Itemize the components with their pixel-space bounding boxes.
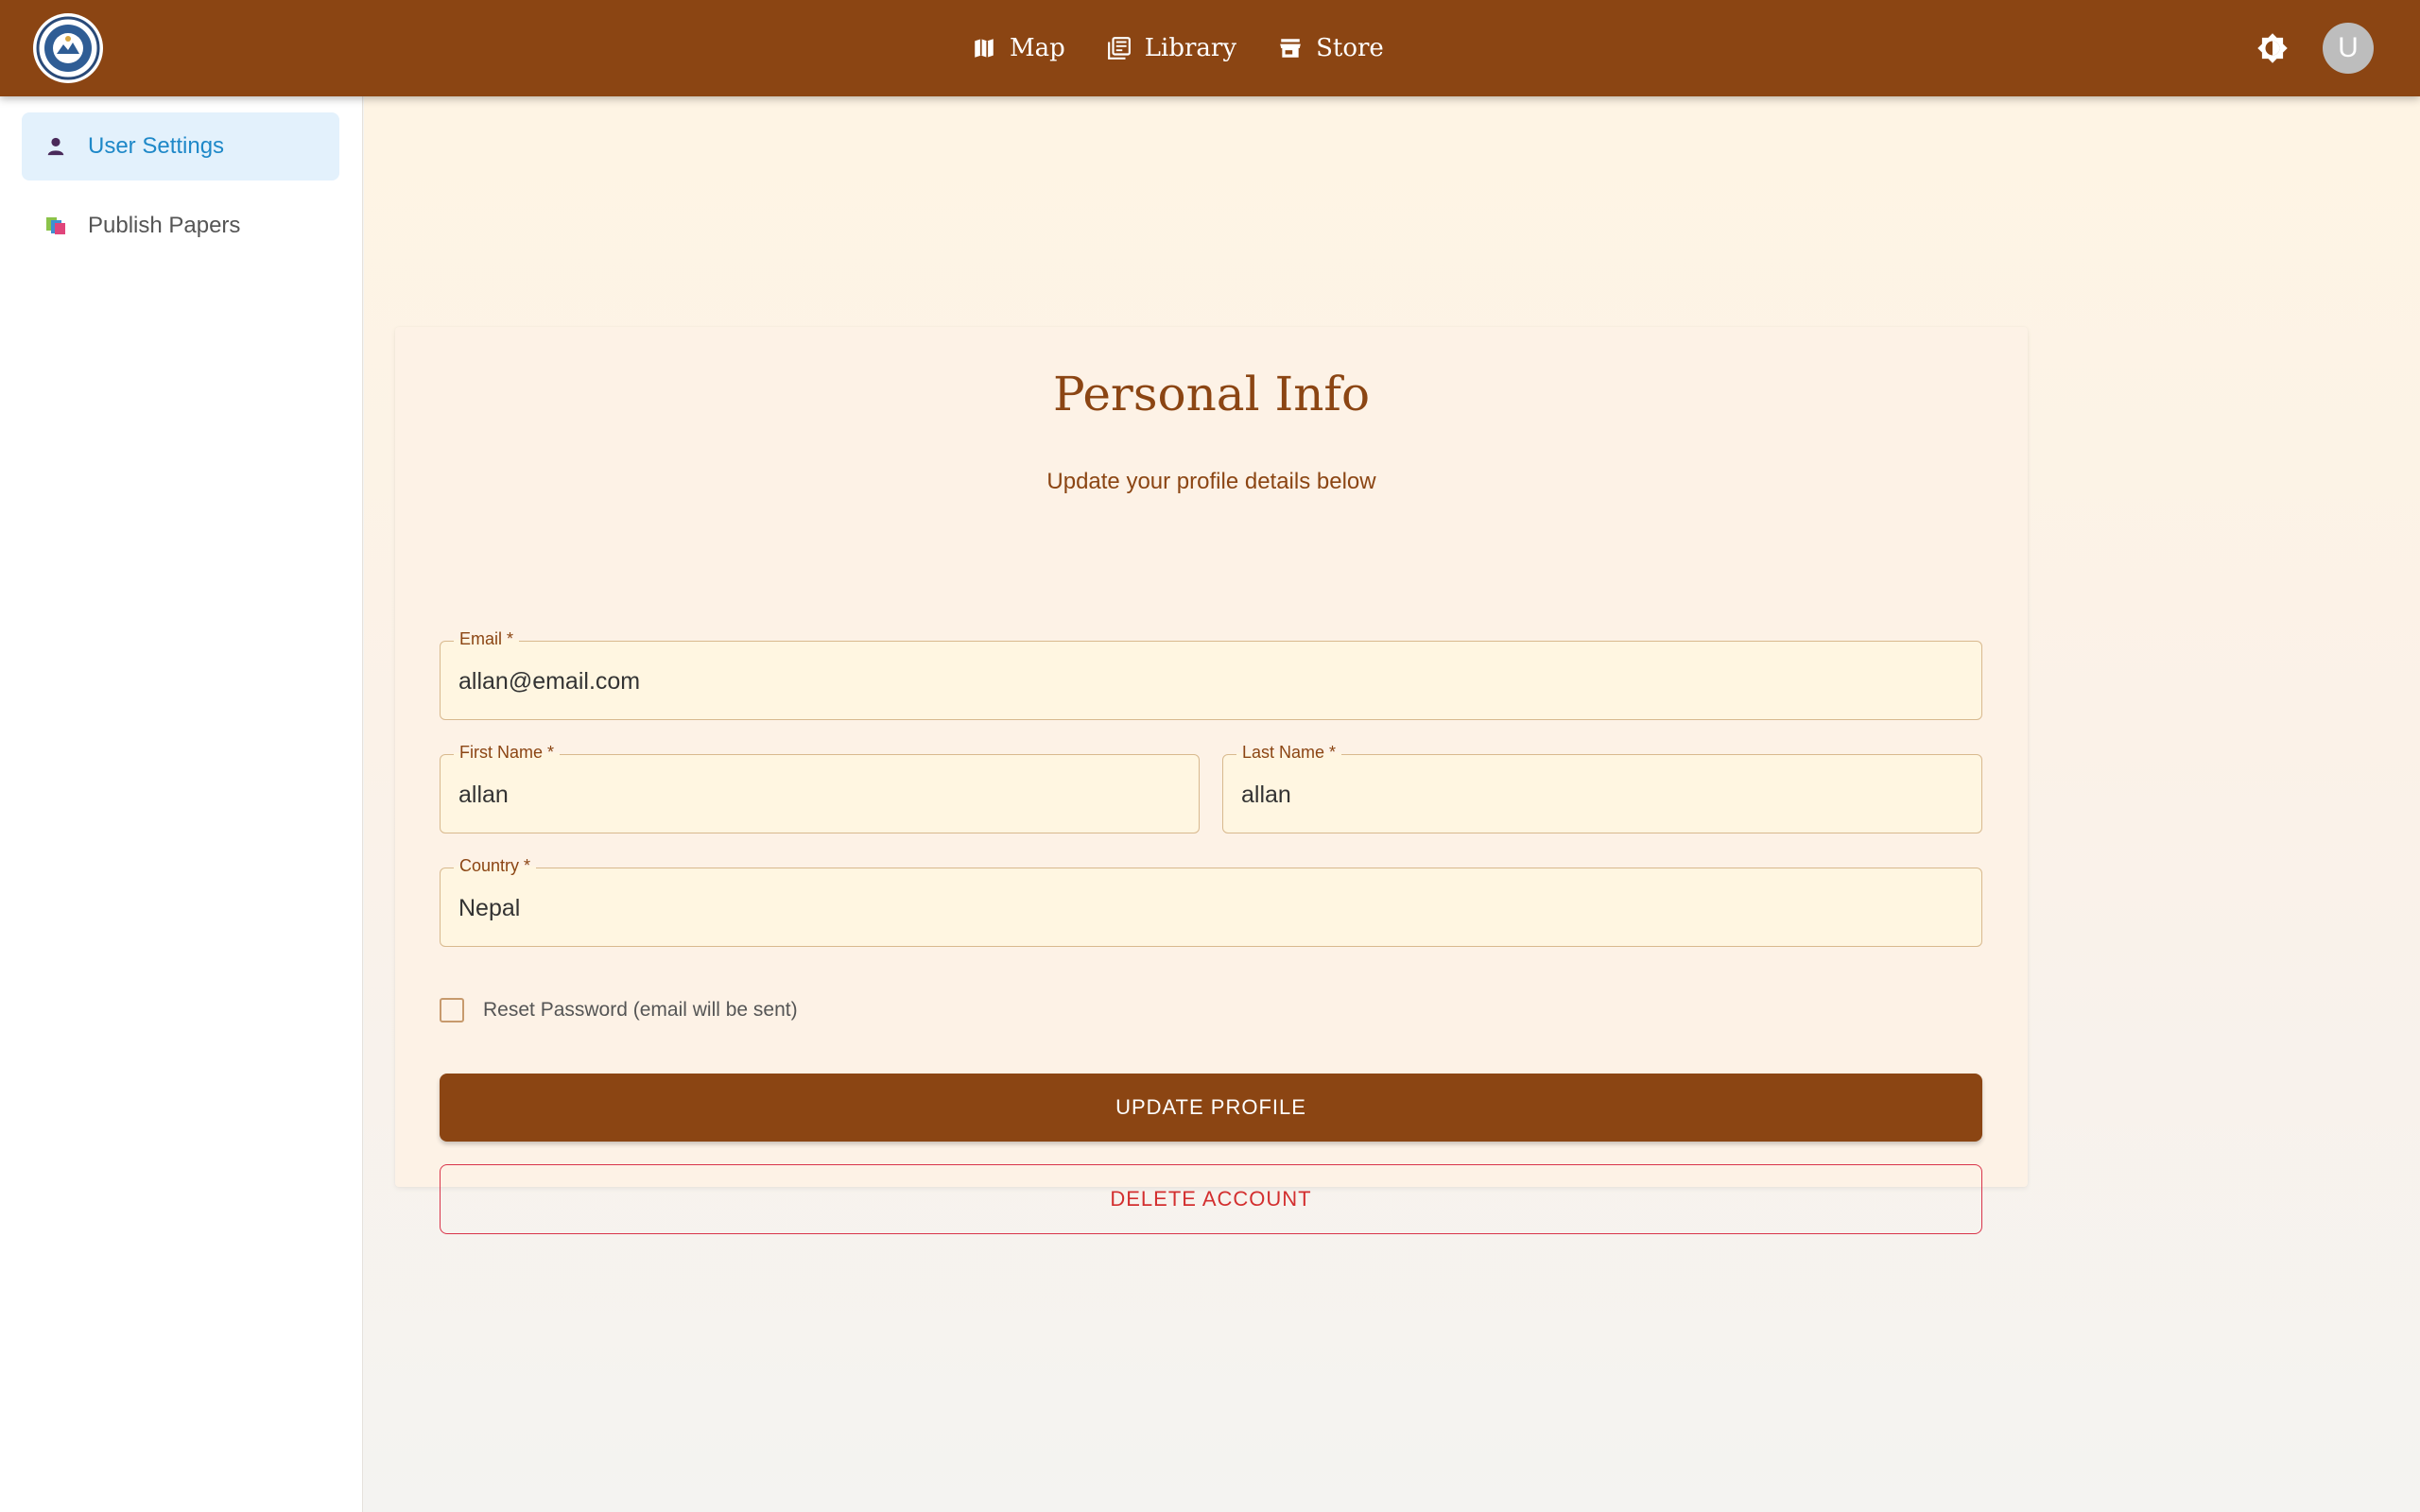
user-avatar[interactable]: U bbox=[2323, 23, 2374, 74]
nav-map-label: Map bbox=[1010, 34, 1065, 62]
reset-password-checkbox[interactable] bbox=[440, 998, 464, 1022]
library-icon bbox=[1107, 37, 1131, 60]
country-value: Nepal bbox=[458, 895, 521, 921]
store-icon bbox=[1280, 39, 1301, 58]
update-profile-button[interactable]: UPDATE PROFILE bbox=[440, 1074, 1982, 1142]
reset-password-label: Reset Password (email will be sent) bbox=[483, 999, 798, 1021]
page-title: Personal Info bbox=[1052, 367, 1371, 421]
sidebar-item-user-settings[interactable]: User Settings bbox=[22, 112, 339, 180]
first-name-field[interactable]: First Name * allan bbox=[440, 743, 1200, 833]
user-icon bbox=[44, 135, 67, 158]
sidebar-item-publish-papers[interactable]: Publish Papers bbox=[22, 192, 339, 260]
email-value: allan@email.com bbox=[458, 668, 641, 695]
reset-password-option: Reset Password (email will be sent) bbox=[440, 996, 798, 1024]
page-subtitle: Update your profile details below bbox=[1046, 469, 1376, 494]
last-name-field[interactable]: Last Name * allan bbox=[1222, 743, 1982, 833]
nav-library[interactable]: Library bbox=[1107, 20, 1236, 77]
top-app-bar: Map Library Store U bbox=[0, 0, 2420, 96]
nav-store-label: Store bbox=[1316, 34, 1384, 62]
app-logo[interactable] bbox=[33, 13, 103, 83]
last-name-value: allan bbox=[1241, 782, 1291, 808]
main-nav: Map Library Store bbox=[972, 0, 1426, 96]
sidebar-item-label: User Settings bbox=[88, 133, 225, 159]
logo-emblem-icon bbox=[36, 16, 100, 80]
brightness-icon bbox=[2257, 33, 2288, 63]
nav-map[interactable]: Map bbox=[972, 20, 1065, 77]
email-field[interactable]: Email * allan@email.com bbox=[440, 629, 1982, 720]
sidebar: User Settings Publish Papers bbox=[0, 96, 363, 1512]
personal-info-card: Personal Info Update your profile detail… bbox=[395, 327, 2028, 1234]
delete-account-button[interactable]: DELETE ACCOUNT bbox=[440, 1164, 1982, 1234]
papers-icon bbox=[44, 215, 67, 237]
main-content: Personal Info Update your profile detail… bbox=[364, 96, 2420, 1512]
map-icon bbox=[975, 39, 994, 58]
nav-library-label: Library bbox=[1144, 34, 1237, 62]
first-name-value: allan bbox=[458, 782, 509, 808]
country-field[interactable]: Country * Nepal bbox=[440, 856, 1982, 947]
theme-toggle-button[interactable] bbox=[2254, 29, 2291, 67]
sidebar-item-label: Publish Papers bbox=[88, 213, 241, 238]
nav-store[interactable]: Store bbox=[1278, 20, 1384, 77]
